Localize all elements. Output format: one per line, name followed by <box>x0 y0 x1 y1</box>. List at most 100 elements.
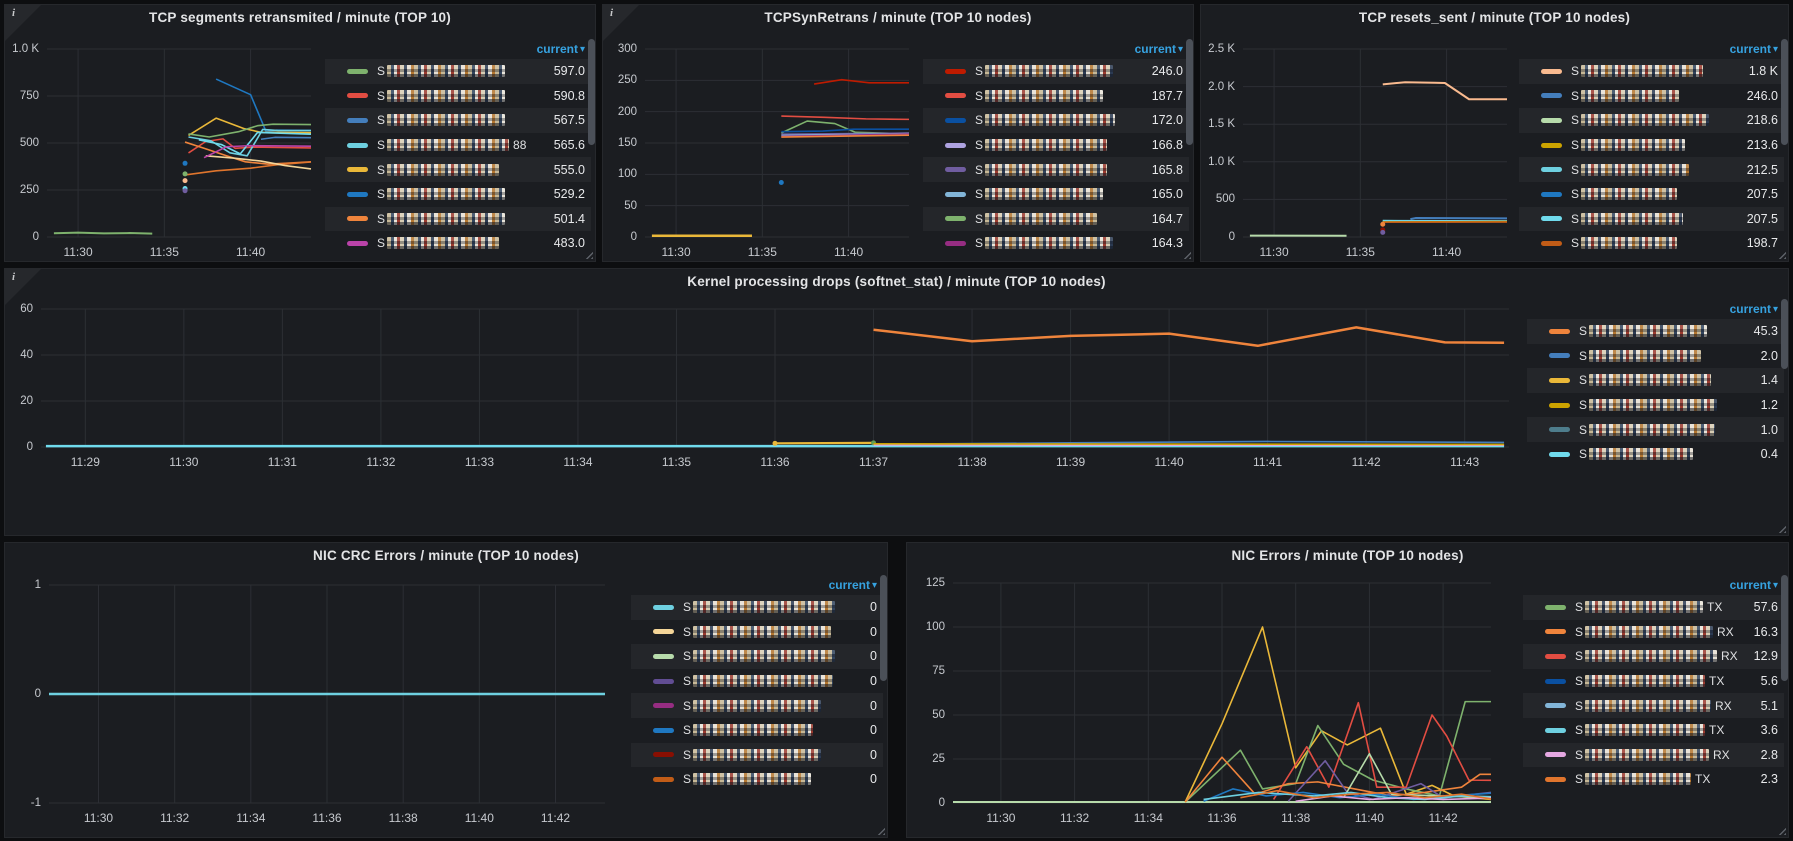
series-color-swatch[interactable] <box>347 216 368 221</box>
series-color-swatch[interactable] <box>347 93 368 98</box>
legend-row[interactable]: SRX16.3 <box>1523 620 1784 645</box>
legend-row[interactable]: S0 <box>631 620 883 645</box>
series-color-swatch[interactable] <box>1541 192 1562 197</box>
legend-row[interactable]: S165.8 <box>923 157 1189 182</box>
sort-caret-icon[interactable]: ▾ <box>1773 580 1778 591</box>
series-color-swatch[interactable] <box>347 167 368 172</box>
legend-row[interactable]: S0 <box>631 767 883 792</box>
legend-row[interactable]: S483.0 <box>325 231 591 256</box>
series-color-swatch[interactable] <box>1545 752 1566 757</box>
series-color-swatch[interactable] <box>1545 629 1566 634</box>
legend-scrollbar[interactable] <box>1781 299 1788 369</box>
legend-row[interactable]: S246.0 <box>923 59 1189 84</box>
legend-row[interactable]: S0 <box>631 669 883 694</box>
legend-row[interactable]: S1.4 <box>1527 368 1784 393</box>
legend-row[interactable]: S0 <box>631 644 883 669</box>
series-color-swatch[interactable] <box>347 192 368 197</box>
legend-row[interactable]: S597.0 <box>325 59 591 84</box>
series-color-swatch[interactable] <box>653 752 674 757</box>
legend-row[interactable]: S165.0 <box>923 182 1189 207</box>
legend-row[interactable]: S164.3 <box>923 231 1189 256</box>
series-color-swatch[interactable] <box>1549 427 1570 432</box>
legend-row[interactable]: S567.5 <box>325 108 591 133</box>
legend-row[interactable]: STX5.6 <box>1523 669 1784 694</box>
legend-row[interactable]: S0 <box>631 693 883 718</box>
series-color-swatch[interactable] <box>1541 93 1562 98</box>
series-color-swatch[interactable] <box>653 703 674 708</box>
legend-row[interactable]: S2.0 <box>1527 344 1784 369</box>
legend-row[interactable]: S207.5 <box>1519 207 1784 232</box>
legend-sort-current[interactable]: current <box>829 578 870 592</box>
chart-plot[interactable]: 05010015020025030011:3011:3511:40 <box>645 49 909 237</box>
legend-row[interactable]: S88565.6 <box>325 133 591 158</box>
legend-scrollbar[interactable] <box>880 575 887 681</box>
panel-title[interactable]: TCP resets_sent / minute (TOP 10 nodes) <box>1201 10 1788 25</box>
legend-scrollbar[interactable] <box>1781 575 1788 681</box>
legend-row[interactable]: S0.4 <box>1527 442 1784 467</box>
series-color-swatch[interactable] <box>1541 143 1562 148</box>
legend-row[interactable]: S164.7 <box>923 207 1189 232</box>
series-color-swatch[interactable] <box>653 629 674 634</box>
series-color-swatch[interactable] <box>1549 329 1570 334</box>
series-color-swatch[interactable] <box>1545 605 1566 610</box>
legend-row[interactable]: S218.6 <box>1519 108 1784 133</box>
legend-row[interactable]: STX3.6 <box>1523 718 1784 743</box>
legend-row[interactable]: S0 <box>631 595 883 620</box>
legend-row[interactable]: S501.4 <box>325 207 591 232</box>
series-color-swatch[interactable] <box>1549 403 1570 408</box>
legend-scrollbar[interactable] <box>1781 39 1788 145</box>
legend-row[interactable]: S246.0 <box>1519 84 1784 109</box>
series-color-swatch[interactable] <box>945 93 966 98</box>
legend-row[interactable]: S1.8 K <box>1519 59 1784 84</box>
legend-row[interactable]: S1.0 <box>1527 417 1784 442</box>
legend-sort-current[interactable]: current <box>537 42 578 56</box>
panel-title[interactable]: NIC CRC Errors / minute (TOP 10 nodes) <box>5 548 887 563</box>
chart-plot[interactable]: -10111:3011:3211:3411:3611:3811:4011:42 <box>49 585 605 803</box>
series-color-swatch[interactable] <box>653 777 674 782</box>
series-color-swatch[interactable] <box>1545 777 1566 782</box>
sort-caret-icon[interactable]: ▾ <box>1773 44 1778 55</box>
panel-resize-handle[interactable] <box>1776 523 1786 533</box>
series-color-swatch[interactable] <box>945 192 966 197</box>
series-color-swatch[interactable] <box>347 241 368 246</box>
series-color-swatch[interactable] <box>1541 241 1562 246</box>
panel-title[interactable]: NIC Errors / minute (TOP 10 nodes) <box>907 548 1788 563</box>
series-color-swatch[interactable] <box>347 118 368 123</box>
series-color-swatch[interactable] <box>1545 679 1566 684</box>
series-color-swatch[interactable] <box>347 143 368 148</box>
legend-row[interactable]: S207.5 <box>1519 182 1784 207</box>
legend-sort-current[interactable]: current <box>1730 578 1771 592</box>
legend-row[interactable]: S172.0 <box>923 108 1189 133</box>
series-color-swatch[interactable] <box>1541 216 1562 221</box>
legend-row[interactable]: S187.7 <box>923 84 1189 109</box>
chart-plot[interactable]: 02505007501.0 K11:3011:3511:40 <box>47 49 311 237</box>
series-color-swatch[interactable] <box>945 167 966 172</box>
series-color-swatch[interactable] <box>1545 654 1566 659</box>
series-color-swatch[interactable] <box>945 118 966 123</box>
series-color-swatch[interactable] <box>1541 69 1562 74</box>
series-color-swatch[interactable] <box>1549 452 1570 457</box>
legend-row[interactable]: SRX12.9 <box>1523 644 1784 669</box>
panel-title[interactable]: Kernel processing drops (softnet_stat) /… <box>5 274 1788 289</box>
sort-caret-icon[interactable]: ▾ <box>1178 44 1183 55</box>
legend-row[interactable]: S0 <box>631 718 883 743</box>
legend-row[interactable]: S529.2 <box>325 182 591 207</box>
legend-sort-current[interactable]: current <box>1730 302 1771 316</box>
legend-row[interactable]: S590.8 <box>325 84 591 109</box>
legend-scrollbar[interactable] <box>1186 39 1193 145</box>
series-color-swatch[interactable] <box>945 69 966 74</box>
chart-plot[interactable]: 05001.0 K1.5 K2.0 K2.5 K11:3011:3511:40 <box>1243 49 1507 237</box>
legend-row[interactable]: S212.5 <box>1519 157 1784 182</box>
legend-row[interactable]: S213.6 <box>1519 133 1784 158</box>
sort-caret-icon[interactable]: ▾ <box>1773 304 1778 315</box>
legend-row[interactable]: S45.3 <box>1527 319 1784 344</box>
series-color-swatch[interactable] <box>1549 353 1570 358</box>
legend-row[interactable]: S0 <box>631 743 883 768</box>
chart-plot[interactable]: 020406011:2911:3011:3111:3211:3311:3411:… <box>41 309 1509 447</box>
panel-title[interactable]: TCP segments retransmited / minute (TOP … <box>5 10 595 25</box>
legend-row[interactable]: S198.7 <box>1519 231 1784 256</box>
legend-row[interactable]: S555.0 <box>325 157 591 182</box>
series-color-swatch[interactable] <box>1541 167 1562 172</box>
legend-row[interactable]: S1.2 <box>1527 393 1784 418</box>
legend-row[interactable]: S166.8 <box>923 133 1189 158</box>
